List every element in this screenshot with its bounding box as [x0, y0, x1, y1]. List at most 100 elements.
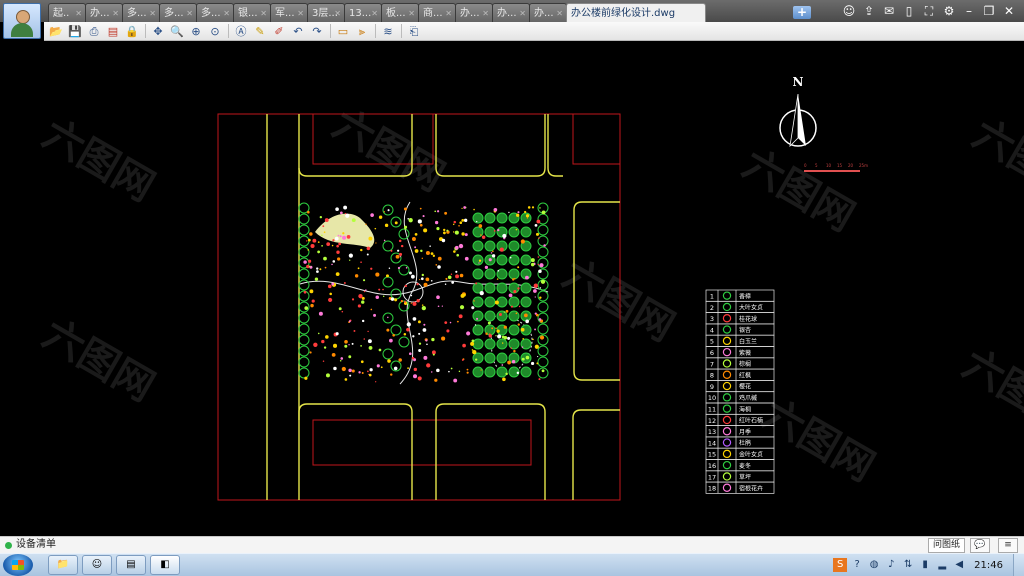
shrub-symbol	[382, 288, 384, 291]
markup-icon[interactable]: ✐	[271, 24, 287, 39]
shrub-symbol	[496, 278, 499, 280]
signal-icon[interactable]: ▂	[935, 558, 949, 572]
settings-icon[interactable]: ⚙	[940, 2, 958, 20]
document-tab[interactable]: 银... ✕	[233, 3, 271, 22]
tab-close-icon[interactable]: ✕	[297, 4, 304, 22]
document-tab[interactable]: 办... ✕	[85, 3, 123, 22]
measure-icon[interactable]: ⫸	[354, 24, 370, 39]
tab-close-icon[interactable]: ✕	[334, 4, 341, 22]
shrub-symbol	[419, 278, 421, 281]
main-toolbar: 📂 💾 ⎙ ▤ 🔒 ✥ 🔍 ⊕ ⊙ Ⓐ ✎ ✐ ↶ ↷ ▭ ⫸ ≋ ⎗	[44, 22, 1024, 41]
restore-icon[interactable]: ❐	[980, 2, 998, 20]
network-icon[interactable]: ⇅	[901, 558, 915, 572]
lock-icon[interactable]: 🔒	[124, 24, 140, 39]
window-controls: ☺ ⇪ ✉ ▯ ⛶ ⚙ – ❐ ✕	[838, 2, 1018, 20]
layers-stack-icon[interactable]: ≋	[380, 24, 396, 39]
legend-symbol-icon	[722, 314, 732, 323]
tab-close-icon[interactable]: ✕	[445, 4, 452, 22]
speaker-icon[interactable]: ♪	[884, 558, 898, 572]
document-tab[interactable]: 3层... ✕	[307, 3, 345, 22]
zoom-extents-icon[interactable]: ⊙	[207, 24, 223, 39]
drawing-canvas[interactable]: 六图网 六图网 六图网 六图网 六图网 六图网 六图网 六图网 N 0 5 10…	[0, 42, 1024, 536]
show-desktop-button[interactable]	[1013, 554, 1024, 576]
avatar-app-icon[interactable]: ☺	[82, 555, 112, 575]
shrub-symbol	[365, 223, 367, 226]
shrub-symbol	[430, 279, 433, 282]
zoom-realtime-icon[interactable]: ⊕	[188, 24, 204, 39]
cad-viewer-icon[interactable]: ◧	[150, 555, 180, 575]
document-tab[interactable]: 办... ✕	[492, 3, 530, 22]
s-icon[interactable]: S	[833, 558, 848, 572]
print-icon[interactable]: ⎙	[86, 24, 102, 39]
share-icon[interactable]: ⇪	[860, 2, 878, 20]
users-icon[interactable]: ☺	[840, 2, 858, 20]
fullscreen-icon[interactable]: ⛶	[920, 2, 938, 20]
tab-close-icon[interactable]: ✕	[260, 4, 267, 22]
shrub-symbol	[360, 345, 362, 347]
pdf-icon[interactable]: ▤	[105, 24, 121, 39]
document-tab[interactable]: 多... ✕	[159, 3, 197, 22]
scale-tick-label: 0	[804, 163, 807, 168]
document-tab[interactable]: 商... ✕	[418, 3, 456, 22]
shrub-symbol	[462, 343, 466, 348]
explorer-icon[interactable]: 📁	[48, 555, 78, 575]
battery-icon[interactable]: ▮	[918, 558, 932, 572]
tab-close-icon[interactable]: ✕	[519, 4, 526, 22]
tab-close-icon[interactable]: ✕	[556, 4, 563, 22]
start-button[interactable]	[3, 554, 33, 576]
shrub-symbol	[453, 250, 456, 253]
undo-icon[interactable]: ↶	[290, 24, 306, 39]
save-icon[interactable]: 💾	[67, 24, 83, 39]
tab-close-icon[interactable]: ✕	[408, 4, 415, 22]
shrub-symbol	[444, 321, 448, 325]
document-tab[interactable]: 多... ✕	[122, 3, 160, 22]
document-tab[interactable]: 军... ✕	[270, 3, 308, 22]
status-menu-icon[interactable]: ≡	[998, 538, 1018, 553]
document-tab[interactable]: 13... ✕	[344, 3, 382, 22]
legend-number: 9	[710, 383, 714, 391]
chat-icon[interactable]: ✉	[880, 2, 898, 20]
tab-close-icon[interactable]: ✕	[186, 4, 193, 22]
tab-close-icon[interactable]: ✕	[371, 4, 378, 22]
layer-icon[interactable]: ▭	[335, 24, 351, 39]
volume-icon[interactable]: ◀	[952, 558, 966, 572]
tab-close-icon[interactable]: ✕	[75, 4, 82, 22]
close-icon[interactable]: ✕	[1000, 2, 1018, 20]
shrub-symbol	[490, 252, 493, 254]
shrub-symbol	[491, 254, 496, 258]
help-icon[interactable]: ?	[850, 558, 864, 572]
legend-name: 杜鹃	[739, 439, 751, 447]
tab-close-icon[interactable]: ✕	[223, 4, 230, 22]
tab-close-icon[interactable]: ✕	[112, 4, 119, 22]
minimize-icon[interactable]: –	[960, 2, 978, 20]
open-icon[interactable]: 📂	[48, 24, 64, 39]
question-button[interactable]: 问图纸	[928, 538, 966, 553]
document-tab[interactable]: 多... ✕	[196, 3, 234, 22]
shrub-symbol	[331, 263, 333, 266]
winrar-icon[interactable]: ▤	[116, 555, 146, 575]
export-icon[interactable]: ⎗	[406, 24, 422, 39]
chat-icon[interactable]: 💬	[970, 538, 990, 553]
device-list-label[interactable]: 设备清单	[16, 537, 56, 553]
document-tab[interactable]: 办... ✕	[529, 3, 567, 22]
text-icon[interactable]: Ⓐ	[233, 24, 249, 39]
clock[interactable]: 21:46	[974, 560, 1003, 571]
shrub-symbol	[309, 289, 314, 294]
shrub-symbol	[456, 320, 459, 323]
new-tab-button[interactable]: +	[793, 6, 811, 19]
zoom-window-icon[interactable]: 🔍	[169, 24, 185, 39]
shrub-symbol	[314, 277, 319, 281]
document-tab[interactable]: 办公楼前绿化设计.dwg	[566, 3, 706, 22]
tab-close-icon[interactable]: ✕	[482, 4, 489, 22]
document-tab[interactable]: 板... ✕	[381, 3, 419, 22]
phone-icon[interactable]: ▯	[900, 2, 918, 20]
document-tab[interactable]: 起.. ✕	[48, 3, 86, 22]
redo-icon[interactable]: ↷	[309, 24, 325, 39]
tab-close-icon[interactable]: ✕	[149, 4, 156, 22]
pencil-icon[interactable]: ✎	[252, 24, 268, 39]
user-avatar[interactable]	[3, 3, 41, 39]
pan-icon[interactable]: ✥	[150, 24, 166, 39]
document-tab[interactable]: 办... ✕	[455, 3, 493, 22]
toolbar-separator	[375, 24, 376, 38]
qq-icon[interactable]: ◍	[867, 558, 881, 572]
